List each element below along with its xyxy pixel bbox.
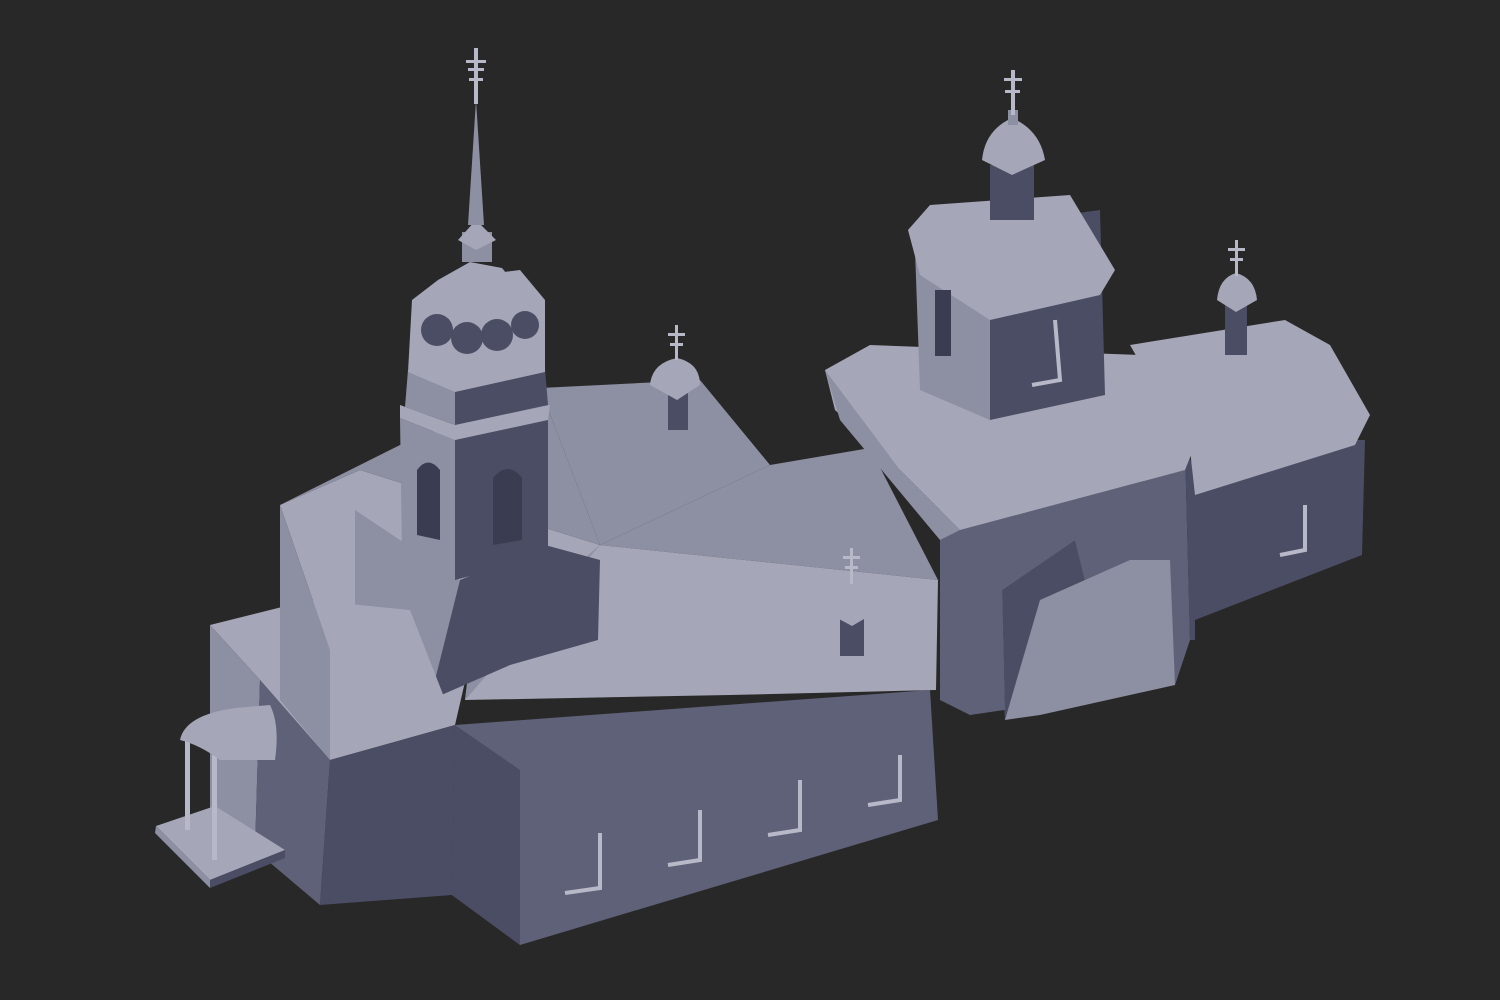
- church-model-render[interactable]: [0, 0, 1500, 1000]
- drum-window-left: [935, 290, 951, 356]
- bell-opening-left: [417, 462, 440, 540]
- porch-post-right: [212, 755, 217, 860]
- porch-post-left: [185, 740, 190, 830]
- bell-opening-right: [493, 469, 522, 545]
- 3d-viewport[interactable]: [0, 0, 1500, 1000]
